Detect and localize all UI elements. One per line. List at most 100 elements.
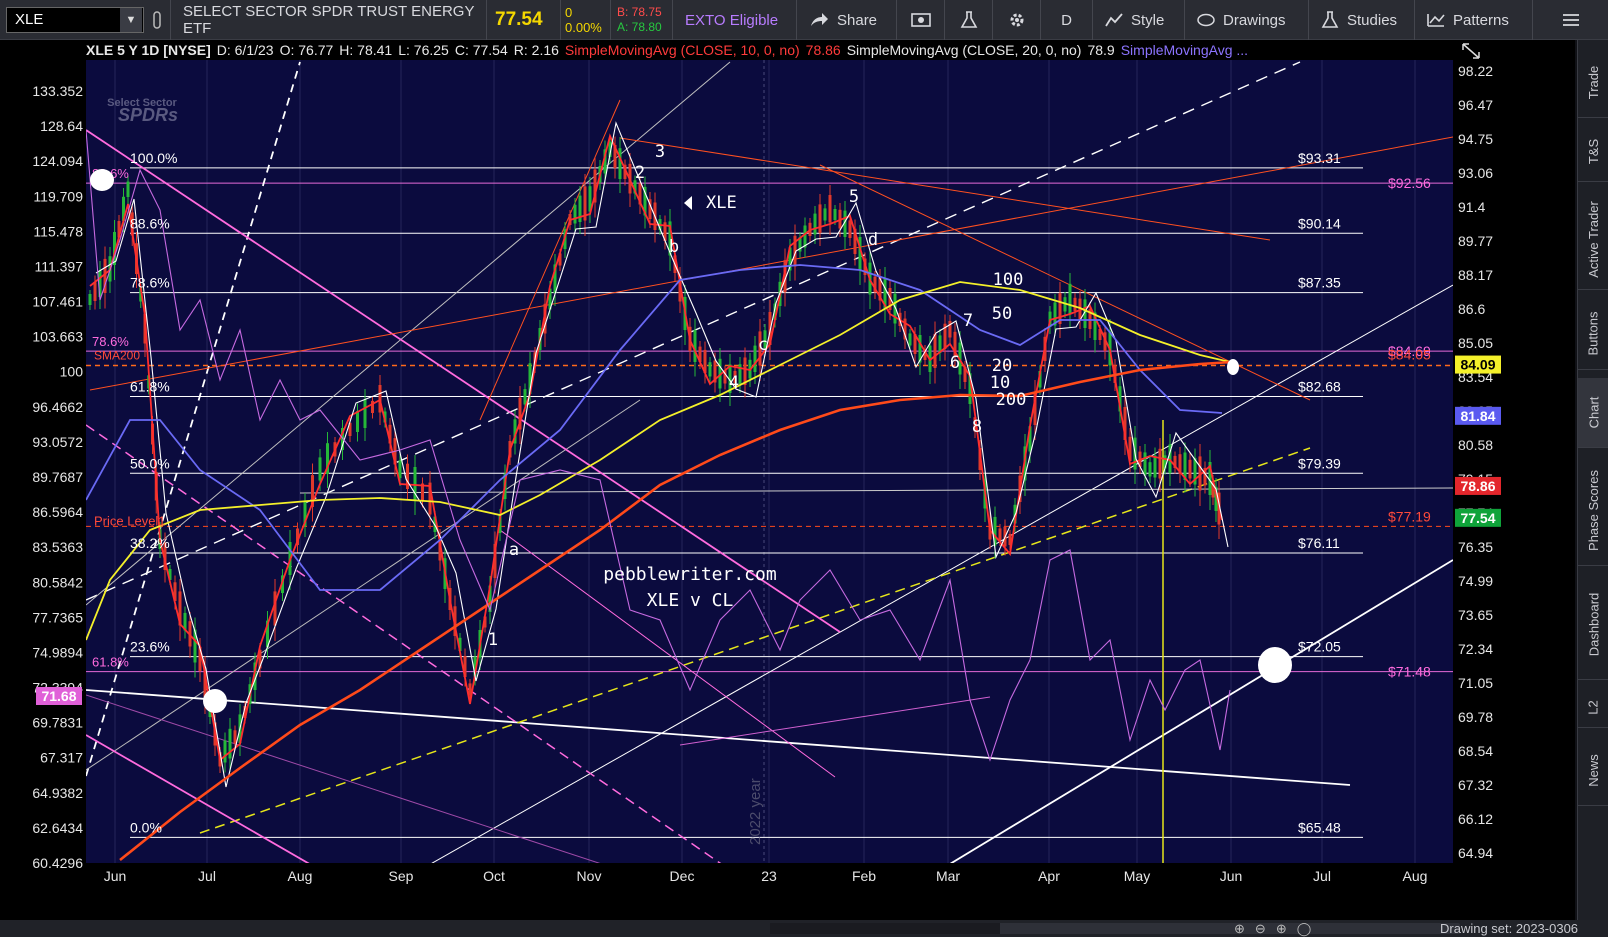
x-tick-label: Feb (852, 868, 876, 884)
fib-price-label: $65.48 (1298, 819, 1341, 835)
right-tick-label: 91.4 (1458, 199, 1485, 215)
x-tick-label: Jun (104, 868, 127, 884)
thinkorswim-window: XLE ▼ SELECT SECTOR SPDR TRUST ENERGY ET… (0, 0, 1608, 937)
left-tick-label: 74.9894 (32, 644, 83, 660)
info-close: C: 77.54 (454, 42, 508, 58)
side-tab-trade[interactable]: Trade (1578, 48, 1608, 118)
side-tab-chart[interactable]: Chart (1578, 378, 1608, 448)
x-tick-label: Jul (198, 868, 216, 884)
side-tab-label: Active Trader (1586, 201, 1601, 278)
chart-area[interactable]: 100.0% $93.31 88.6% $90.14 78.6% $87.35 61.8% $… (0, 40, 1575, 920)
right-tick-label: 66.12 (1458, 811, 1493, 827)
wave-label: 6 (950, 353, 960, 373)
magenta-pct-label: 61.8% (92, 655, 129, 670)
share-button[interactable]: Share (796, 0, 896, 40)
sma10-value: 78.86 (805, 42, 841, 58)
wave-label: c (758, 335, 768, 355)
share-label: Share (837, 11, 878, 29)
x-tick-label: Jun (1220, 868, 1243, 884)
sma20-value: 78.9 (1087, 42, 1115, 58)
link-icon[interactable] (150, 0, 164, 40)
candle-body (1068, 283, 1072, 314)
hamburger-icon (1562, 14, 1579, 26)
style-button[interactable]: Style (1092, 0, 1184, 40)
side-tab-t-s[interactable]: T&S (1578, 122, 1608, 182)
left-tick-label: 111.397 (34, 258, 83, 274)
change-box: 0 0.00% (560, 0, 602, 40)
candle-body (378, 385, 382, 413)
candle-body (318, 457, 322, 481)
wave-label: a (509, 540, 519, 560)
candle-body (998, 528, 1002, 541)
site-label: pebblewriter.com (603, 564, 776, 585)
left-tick-label: 128.64 (40, 118, 83, 134)
right-tick-label: 68.54 (1458, 743, 1493, 759)
candle-body (356, 411, 359, 432)
candle-body (933, 333, 937, 368)
candle-body (88, 294, 92, 305)
flask-icon (1321, 11, 1339, 28)
fib-pct-label: 100.0% (130, 150, 177, 166)
candle-body (1153, 455, 1157, 478)
badge-sma50: 81.84 (1460, 408, 1495, 424)
magenta-price-label: $71.48 (1388, 664, 1431, 680)
left-axis: 133.352 128.64 124.094 119.709 115.478 111.39… (32, 83, 83, 871)
sma20-label: SimpleMovingAvg (CLOSE, 20, 0, no) (846, 42, 1082, 58)
price-chart[interactable]: 100.0% $93.31 88.6% $90.14 78.6% $87.35 61.8% $… (0, 40, 1575, 920)
side-tab-active-trader[interactable]: Active Trader (1578, 190, 1608, 290)
side-tab-label: Phase Scores (1586, 470, 1601, 551)
side-tab-dashboard[interactable]: Dashboard (1578, 570, 1608, 680)
fib-price-label: $79.39 (1298, 455, 1341, 471)
studies-button[interactable]: Studies (1308, 0, 1414, 40)
info-range: R: 2.16 (513, 42, 559, 58)
chart-info-bar: XLE 5 Y 1D [NYSE] D: 6/1/23 O: 76.77 H: … (86, 42, 1249, 60)
ma-label: 50 (992, 304, 1012, 324)
side-tab-label: Chart (1586, 396, 1602, 429)
expand-icon[interactable] (1460, 42, 1482, 60)
link-icon (153, 11, 161, 29)
right-tick-label: 89.77 (1458, 233, 1493, 249)
right-tick-label: 85.05 (1458, 335, 1493, 351)
x-tick-label: Apr (1038, 868, 1060, 884)
zoom-in-icon[interactable]: ⊕ (1276, 921, 1287, 937)
candle-body (398, 460, 402, 478)
x-axis: Jun Jul Aug Sep Oct Nov Dec 23 Feb Mar Apr May Jun Ju… (104, 868, 1428, 884)
right-tick-label: 71.05 (1458, 675, 1493, 691)
x-tick-label: Oct (483, 868, 505, 884)
zoom-fit-icon[interactable]: ◯ (1297, 921, 1312, 937)
drawings-button[interactable]: Drawings (1184, 0, 1308, 40)
lab-button[interactable] (944, 0, 992, 40)
crosshair-icon[interactable]: ⊕ (1234, 921, 1245, 937)
patterns-button[interactable]: Patterns (1414, 0, 1532, 40)
side-tab-news[interactable]: News (1578, 736, 1608, 806)
subtitle-label: XLE v CL (647, 590, 734, 611)
settings-button[interactable] (992, 0, 1040, 40)
right-tick-label: 72.34 (1458, 641, 1493, 657)
side-tab-l2[interactable]: L2 (1578, 688, 1608, 728)
left-tick-label: 62.6434 (32, 820, 83, 836)
left-tick-label: 119.709 (33, 188, 83, 204)
fib-price-label: $76.11 (1298, 535, 1340, 551)
menu-button[interactable] (1532, 0, 1608, 40)
symbol-dropdown-button[interactable]: ▼ (120, 8, 142, 32)
wave-label: 2 (635, 163, 645, 183)
scroll-track (770, 923, 1000, 934)
year-mark: 2022 year (747, 778, 764, 845)
fib-pct-label: 61.8% (130, 379, 170, 395)
zoom-out-icon[interactable]: ⊖ (1255, 921, 1266, 937)
wave-label: d (868, 230, 878, 250)
magenta-price-label: $92.56 (1388, 175, 1431, 191)
side-tab-buttons[interactable]: Buttons (1578, 298, 1608, 370)
sma200-level-price: $84.05 (1388, 346, 1431, 362)
interval-button[interactable]: D (1040, 0, 1092, 40)
side-tab-phase-scores[interactable]: Phase Scores (1578, 456, 1608, 566)
ma-label: 200 (996, 390, 1027, 410)
gadget-button[interactable] (896, 0, 944, 40)
right-side-tabs: Trade T&S Active Trader Buttons Chart Phase S… (1577, 40, 1608, 920)
side-tab-label: L2 (1586, 700, 1601, 715)
candle-body (1188, 459, 1192, 479)
right-tick-label: 69.78 (1458, 709, 1493, 725)
side-tab-label: T&S (1585, 138, 1601, 165)
right-tick-label: 94.75 (1458, 131, 1493, 147)
fib-pct-label: 0.0% (130, 819, 162, 835)
